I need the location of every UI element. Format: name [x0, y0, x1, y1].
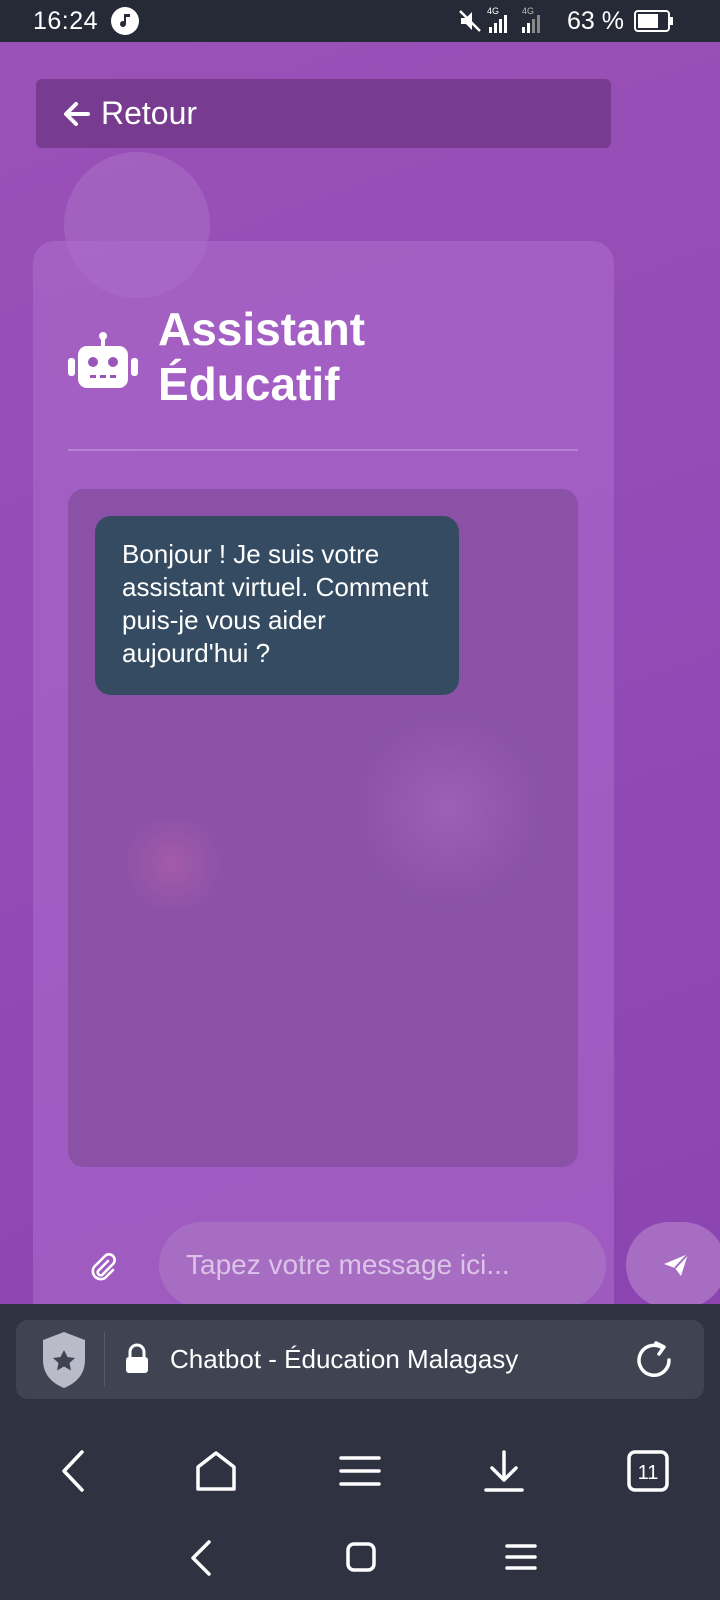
download-icon[interactable] — [482, 1449, 526, 1498]
page-title-url: Chatbot - Éducation Malagasy — [170, 1344, 519, 1374]
battery-percentage: 63 % — [567, 7, 624, 35]
send-icon — [664, 1253, 689, 1276]
paperclip-icon[interactable] — [88, 1252, 118, 1287]
system-recents-icon[interactable] — [504, 1541, 538, 1578]
home-icon[interactable] — [194, 1449, 238, 1498]
send-button[interactable] — [626, 1222, 720, 1304]
lock-icon — [124, 1343, 150, 1380]
mute-icon — [458, 9, 484, 38]
decorative-glow — [118, 809, 228, 919]
status-bar: 16:24 4G 4G 63 % — [0, 0, 720, 42]
reload-icon[interactable] — [634, 1340, 676, 1387]
system-nav-row — [0, 1519, 720, 1600]
music-note-icon — [111, 7, 139, 35]
status-time: 16:24 — [33, 7, 99, 35]
arrow-left-icon — [64, 101, 90, 126]
browser-nav-row: 11 — [0, 1419, 720, 1519]
browser-toolbar: Chatbot - Éducation Malagasy 11 — [0, 1304, 720, 1600]
system-back-icon[interactable] — [188, 1539, 214, 1582]
signal-icon: 4G — [520, 5, 550, 40]
back-icon[interactable] — [58, 1449, 88, 1498]
svg-text:4G: 4G — [487, 6, 499, 16]
battery-icon — [634, 10, 674, 37]
bot-message-bubble: Bonjour ! Je suis votre assistant virtue… — [95, 516, 459, 695]
divider — [104, 1332, 105, 1387]
page-title: Assistant Éducatif — [158, 303, 366, 410]
shield-icon[interactable] — [41, 1330, 87, 1395]
robot-icon — [66, 332, 140, 395]
divider — [68, 449, 578, 451]
svg-text:4G: 4G — [522, 6, 534, 16]
svg-text:11: 11 — [638, 1462, 659, 1484]
address-bar[interactable]: Chatbot - Éducation Malagasy — [16, 1320, 704, 1399]
tabs-icon[interactable]: 11 — [626, 1449, 670, 1498]
app-content: Retour Assistant Éducatif Bonjour ! Je s… — [0, 42, 720, 1304]
menu-icon[interactable] — [338, 1449, 382, 1498]
back-button[interactable]: Retour — [36, 79, 611, 148]
system-home-icon[interactable] — [345, 1541, 377, 1578]
decorative-glow — [348, 709, 548, 909]
chat-messages-area[interactable]: Bonjour ! Je suis votre assistant virtue… — [68, 489, 578, 1167]
back-button-label: Retour — [101, 95, 198, 131]
message-input[interactable]: Tapez votre message ici... — [159, 1222, 606, 1304]
signal-icon: 4G — [487, 5, 517, 40]
